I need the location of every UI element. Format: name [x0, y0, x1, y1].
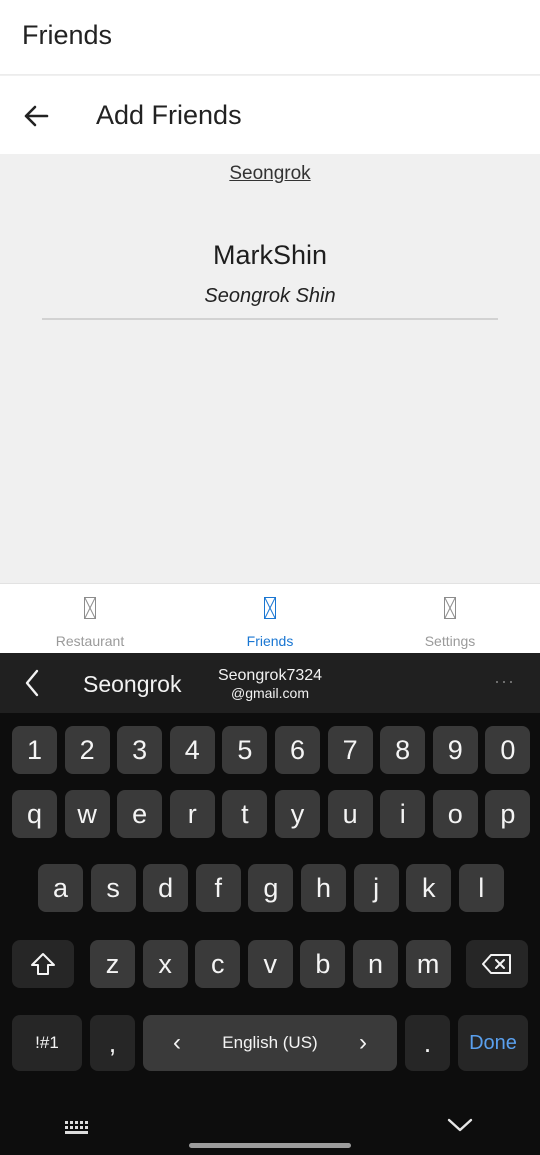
chevron-left-icon: ‹: [173, 1029, 181, 1056]
key-g[interactable]: g: [248, 864, 294, 912]
backspace-key[interactable]: [466, 940, 528, 988]
key-z[interactable]: z: [90, 940, 135, 988]
chevron-right-icon: ›: [358, 1029, 367, 1056]
key-y[interactable]: y: [275, 790, 320, 838]
period-key[interactable]: .: [405, 1015, 450, 1071]
language-label: English (US): [222, 1033, 318, 1052]
suggestion-1[interactable]: Seongrok: [83, 671, 181, 698]
key-6[interactable]: 6: [275, 726, 320, 774]
suggestion-2[interactable]: Seongrok7324 @gmail.com: [200, 666, 340, 701]
key-x[interactable]: x: [142, 940, 188, 988]
key-j[interactable]: j: [353, 864, 399, 912]
keyboard-icon[interactable]: [64, 1120, 92, 1136]
more-options-icon[interactable]: ···: [494, 671, 515, 692]
key-w[interactable]: w: [64, 790, 110, 838]
key-u[interactable]: u: [327, 790, 373, 838]
key-k[interactable]: k: [406, 864, 452, 912]
key-c[interactable]: c: [195, 940, 241, 988]
key-v[interactable]: v: [247, 940, 293, 988]
back-button[interactable]: [14, 94, 58, 138]
nav-label: Restaurant: [55, 633, 125, 649]
key-s[interactable]: s: [90, 864, 136, 912]
app-header: Friends: [0, 0, 540, 75]
key-9[interactable]: 9: [432, 726, 478, 774]
keyboard-suggestion-bar: Seongrok Seongrok7324 @gmail.com ···: [0, 653, 540, 713]
app-title: Friends: [22, 20, 113, 50]
key-o[interactable]: o: [432, 790, 478, 838]
arrow-left-icon: [24, 105, 49, 127]
image-placeholder-icon: [84, 597, 96, 619]
bottom-nav: Restaurant Friends Settings: [0, 583, 540, 654]
key-d[interactable]: d: [143, 864, 189, 912]
done-label: Done: [469, 1031, 517, 1054]
image-placeholder-icon: [444, 597, 456, 619]
home-indicator[interactable]: [189, 1143, 351, 1148]
key-8[interactable]: 8: [380, 726, 426, 774]
key-7[interactable]: 7: [327, 726, 373, 774]
key-3[interactable]: 3: [117, 726, 163, 774]
nav-item-restaurant[interactable]: Restaurant: [0, 584, 180, 654]
screen-title: Add Friends: [96, 100, 242, 130]
keyboard-toolbar-toggle[interactable]: [10, 663, 54, 703]
friend-result-full-name: Seongrok Shin: [204, 285, 336, 307]
friend-result-username[interactable]: MarkShin: [0, 240, 540, 271]
key-h[interactable]: h: [301, 864, 346, 912]
key-e[interactable]: e: [117, 790, 163, 838]
nav-item-settings[interactable]: Settings: [360, 584, 540, 654]
hide-keyboard-icon[interactable]: [446, 1115, 474, 1135]
comma-key[interactable]: ,: [90, 1015, 135, 1071]
key-f[interactable]: f: [195, 864, 241, 912]
search-query-link[interactable]: Seongrok: [0, 163, 540, 185]
suggestion-2-line-2: @gmail.com: [230, 685, 309, 701]
screen-header: Add Friends: [0, 76, 540, 154]
key-2[interactable]: 2: [64, 726, 110, 774]
nav-label: Settings: [424, 633, 476, 649]
key-m[interactable]: m: [405, 940, 451, 988]
key-b[interactable]: b: [300, 940, 346, 988]
shift-key[interactable]: [12, 940, 74, 988]
key-l[interactable]: l: [458, 864, 504, 912]
key-q[interactable]: q: [12, 790, 57, 838]
suggestion-2-line-1: Seongrok7324: [217, 667, 323, 684]
backspace-icon: [482, 954, 511, 974]
key-5[interactable]: 5: [222, 726, 268, 774]
keyboard: 1234567890 qwertyuiop asdfghjkl zxcvbnm …: [0, 713, 540, 1155]
key-4[interactable]: 4: [169, 726, 215, 774]
key-a[interactable]: a: [38, 864, 83, 912]
key-r[interactable]: r: [169, 790, 215, 838]
shift-icon: [31, 953, 55, 975]
space-bar[interactable]: ‹ English (US) ›: [143, 1015, 397, 1071]
done-key[interactable]: Done: [458, 1015, 528, 1071]
nav-label: Friends: [246, 633, 294, 649]
key-n[interactable]: n: [353, 940, 398, 988]
key-p[interactable]: p: [485, 790, 531, 838]
nav-item-friends[interactable]: Friends: [180, 584, 360, 654]
chevron-left-icon: [25, 669, 39, 697]
key-1[interactable]: 1: [12, 726, 57, 774]
image-placeholder-icon: [264, 597, 276, 619]
key-0[interactable]: 0: [485, 726, 531, 774]
key-t[interactable]: t: [222, 790, 268, 838]
symbols-key[interactable]: !#1: [12, 1015, 82, 1071]
divider: [42, 318, 498, 320]
key-i[interactable]: i: [380, 790, 426, 838]
